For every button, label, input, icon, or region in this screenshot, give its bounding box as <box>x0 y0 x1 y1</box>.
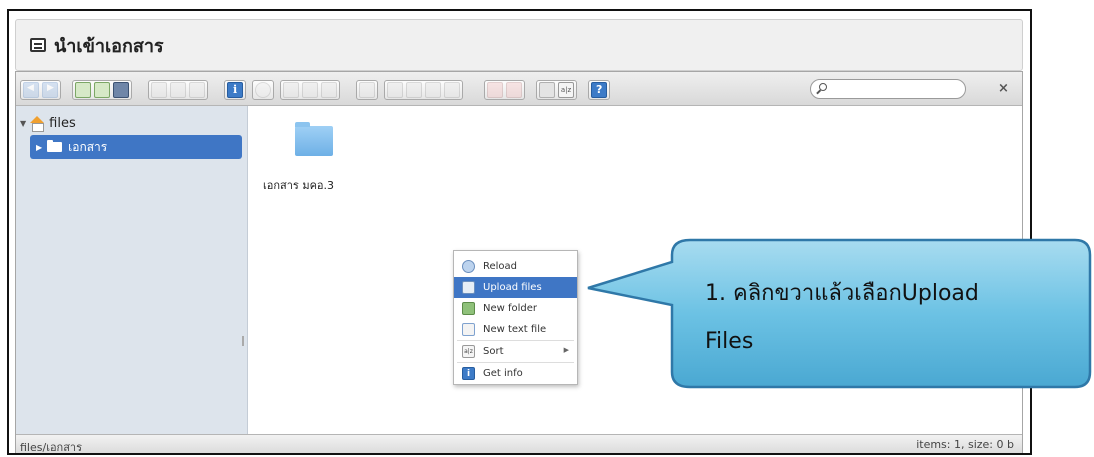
close-icon[interactable]: × <box>998 81 1009 96</box>
tree-item-documents[interactable]: ▶ เอกสาร <box>30 135 242 159</box>
status-path: files/เอกสาร <box>20 441 83 454</box>
duplicate-icon[interactable] <box>359 82 375 98</box>
select-icon[interactable] <box>189 82 205 98</box>
upload-icon[interactable] <box>113 82 129 98</box>
resize-icon[interactable] <box>425 82 441 98</box>
toolbar: a|z × <box>16 72 1022 106</box>
toolbar-group-navigation <box>20 80 61 100</box>
quicklook-icon[interactable] <box>255 82 271 98</box>
toolbar-group-archive <box>484 80 525 100</box>
new-folder-icon <box>462 302 475 315</box>
menu-item-label: Get info <box>483 368 523 379</box>
panel-header: นำเข้าเอกสาร <box>15 19 1023 71</box>
open-icon[interactable] <box>151 82 167 98</box>
toolbar-group-info <box>224 80 246 100</box>
menu-item-label: Sort <box>483 346 504 357</box>
extract-icon[interactable] <box>487 82 503 98</box>
menu-item-label: New folder <box>483 303 538 314</box>
rename-icon[interactable] <box>387 82 403 98</box>
toolbar-group-quicklook <box>252 80 274 100</box>
info-icon[interactable] <box>227 82 243 98</box>
menu-item-label: Upload files <box>483 282 542 293</box>
file-name: เอกสาร มคอ.3 <box>263 179 335 192</box>
mkfile-icon[interactable] <box>94 82 110 98</box>
menu-item-sort[interactable]: a|z Sort ▶ <box>454 341 577 362</box>
menu-item-reload[interactable]: Reload <box>454 256 577 277</box>
menu-item-label: Reload <box>483 261 518 272</box>
toolbar-group-duplicate <box>356 80 378 100</box>
toolbar-group-open <box>148 80 208 100</box>
reload-icon <box>462 260 475 273</box>
status-info: items: 1, size: 0 b <box>916 438 1014 451</box>
toolbar-group-view: a|z <box>536 80 577 100</box>
menu-item-get-info[interactable]: i Get info <box>454 363 577 384</box>
tree-root-label: files <box>49 115 76 131</box>
toolbar-group-folder <box>72 80 132 100</box>
copy-icon[interactable] <box>283 82 299 98</box>
callout-line-1: 1. คลิกขวาแล้วเลือกUpload <box>705 281 979 306</box>
document-list-icon <box>30 38 46 52</box>
back-icon[interactable] <box>23 82 39 98</box>
page-title: นำเข้าเอกสาร <box>54 35 164 57</box>
collapse-arrow-icon[interactable]: ▼ <box>20 119 26 128</box>
toolbar-group-file-ops <box>384 80 463 100</box>
folder-icon <box>295 122 333 156</box>
view-icon[interactable] <box>539 82 555 98</box>
sort-icon[interactable]: a|z <box>558 82 574 98</box>
folder-icon <box>47 140 63 152</box>
info-icon: i <box>462 367 475 380</box>
context-menu: Reload Upload files New folder New text … <box>453 250 578 385</box>
callout-line-2: Files <box>705 329 754 354</box>
menu-item-upload-files[interactable]: Upload files <box>454 277 577 298</box>
tree-root-files[interactable]: ▼ files <box>20 114 76 132</box>
menu-item-label: New text file <box>483 324 547 335</box>
resize-handle[interactable] <box>242 336 244 346</box>
expand-arrow-icon[interactable]: ▶ <box>36 143 42 152</box>
archive-icon[interactable] <box>444 82 460 98</box>
edit-icon[interactable] <box>406 82 422 98</box>
menu-item-new-folder[interactable]: New folder <box>454 298 577 319</box>
tree-item-label: เอกสาร <box>68 139 108 154</box>
paste-icon[interactable] <box>321 82 337 98</box>
search-input[interactable] <box>810 79 966 99</box>
window-frame: นำเข้าเอกสาร ◀ ▶ i a|z ? × ▼ files ▶ เอก… <box>7 9 1032 455</box>
search-icon <box>819 83 827 91</box>
home-icon <box>29 116 45 132</box>
help-icon[interactable] <box>591 82 607 98</box>
submenu-arrow-icon: ▶ <box>563 346 569 354</box>
toolbar-group-edit <box>280 80 340 100</box>
sidebar-tree: ▼ files ▶ เอกสาร <box>16 106 248 434</box>
mkdir-icon[interactable] <box>75 82 91 98</box>
toolbar-group-help <box>588 80 610 100</box>
forward-icon[interactable] <box>42 82 58 98</box>
menu-item-new-text-file[interactable]: New text file <box>454 319 577 340</box>
new-text-file-icon <box>462 323 475 336</box>
download-icon[interactable] <box>170 82 186 98</box>
compress-icon[interactable] <box>506 82 522 98</box>
sort-icon: a|z <box>462 345 475 358</box>
status-bar: files/เอกสาร items: 1, size: 0 b <box>16 434 1022 454</box>
callout-text: 1. คลิกขวาแล้วเลือกUpload Files <box>705 270 1075 366</box>
cut-icon[interactable] <box>302 82 318 98</box>
upload-icon <box>462 281 475 294</box>
